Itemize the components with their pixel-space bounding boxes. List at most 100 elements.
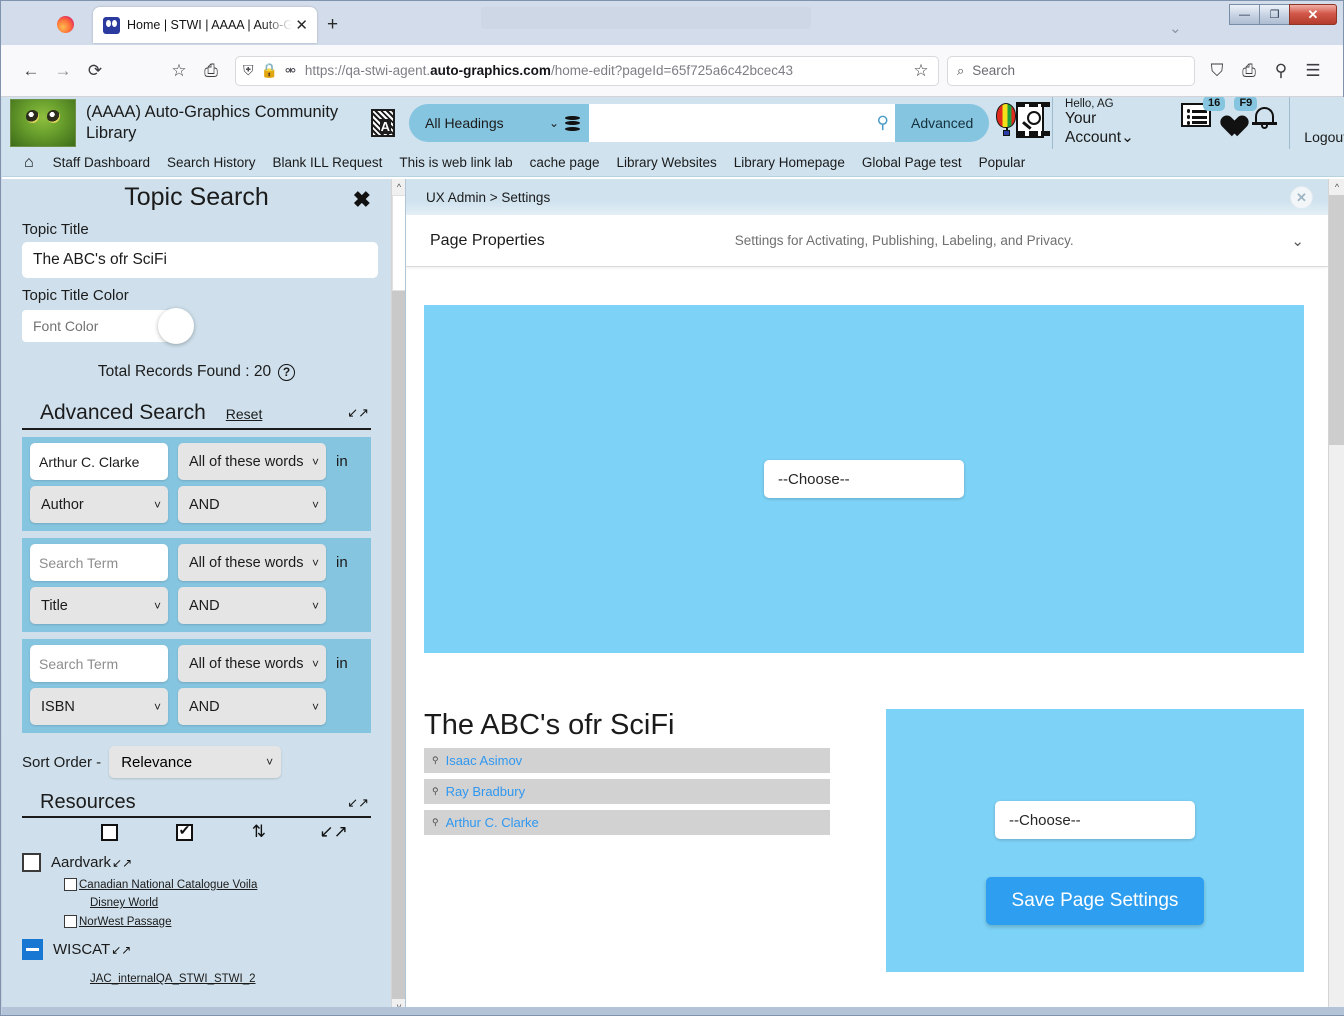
collapse-icon[interactable]: ↙↗: [347, 405, 369, 421]
nav-link-cache-page[interactable]: cache page: [530, 155, 600, 170]
search-term-input[interactable]: Search Term: [30, 645, 168, 682]
list-item[interactable]: WISCAT ↙↗: [22, 939, 371, 960]
nav-link-library-homepage[interactable]: Library Homepage: [734, 155, 845, 170]
result-link[interactable]: Arthur C. Clarke: [446, 815, 539, 830]
resource-checkbox[interactable]: [64, 915, 77, 928]
uncheck-all-icon[interactable]: [72, 823, 147, 841]
window-maximize-button[interactable]: ❐: [1259, 4, 1290, 25]
your-account-label[interactable]: Your Account⌄: [1065, 110, 1147, 147]
scrollbar-thumb[interactable]: [392, 195, 405, 291]
nav-link-library-websites[interactable]: Library Websites: [616, 155, 716, 170]
resource-label[interactable]: NorWest Passage: [79, 916, 171, 928]
resource-label[interactable]: JAC_internalQA_STWI_STWI_2: [90, 973, 256, 985]
logout-link[interactable]: Logout: [1304, 129, 1344, 145]
resource-label[interactable]: Canadian National Catalogue Voila: [79, 879, 257, 891]
bell-icon[interactable]: [1251, 103, 1279, 131]
close-icon[interactable]: ✖: [353, 187, 371, 213]
shield-icon[interactable]: ⛨: [243, 62, 254, 79]
scrollbar-track[interactable]: [392, 291, 405, 999]
save-page-settings-button[interactable]: Save Page Settings: [985, 877, 1205, 925]
database-icon[interactable]: [559, 114, 585, 132]
window-close-button[interactable]: ✕: [1289, 4, 1337, 25]
boolean-select[interactable]: AND ˅: [178, 486, 326, 523]
list-item[interactable]: Disney World: [22, 897, 371, 909]
hot-air-balloon-icon[interactable]: [989, 101, 1017, 141]
field-select[interactable]: ISBN ˅: [30, 688, 168, 725]
list-item[interactable]: ⚲ Arthur C. Clarke: [424, 810, 830, 835]
nav-link-staff-dashboard[interactable]: Staff Dashboard: [53, 155, 150, 170]
nav-link-web-link-lab[interactable]: This is web link lab: [399, 155, 512, 170]
bookmark-page-icon[interactable]: ☆: [911, 55, 931, 87]
search-term-input[interactable]: Arthur C. Clarke: [30, 443, 168, 480]
search-input[interactable]: ⚲: [589, 104, 895, 142]
list-item[interactable]: ⚲ Isaac Asimov: [424, 748, 830, 773]
search-term-input[interactable]: Search Term: [30, 544, 168, 581]
back-icon[interactable]: ←: [15, 55, 47, 87]
nav-link-blank-ill-request[interactable]: Blank ILL Request: [273, 155, 383, 170]
logout-block[interactable]: Logout: [1289, 97, 1344, 149]
account-block[interactable]: Hello, AG Your Account⌄: [1052, 97, 1159, 149]
forward-icon[interactable]: →: [47, 55, 79, 87]
nav-link-global-page-test[interactable]: Global Page test: [862, 155, 962, 170]
list-item[interactable]: Aardvark ↙↗: [22, 853, 371, 872]
account-icon[interactable]: ⛉: [1201, 55, 1233, 87]
scroll-up-icon[interactable]: ^: [392, 179, 405, 195]
left-panel-scrollbar[interactable]: ^ ˅: [391, 179, 405, 1015]
resource-partial-checkbox[interactable]: [22, 939, 43, 960]
boolean-select[interactable]: AND ˅: [178, 688, 326, 725]
print-icon[interactable]: ⎙: [1233, 55, 1265, 87]
list-item[interactable]: JAC_internalQA_STWI_STWI_2: [22, 973, 371, 985]
check-all-icon[interactable]: [147, 822, 222, 841]
choose-select-bottom[interactable]: --Choose--: [995, 801, 1195, 839]
match-type-select[interactable]: All of these words ˅: [178, 443, 326, 480]
page-properties-bar[interactable]: Page Properties Settings for Activating,…: [406, 215, 1328, 267]
advanced-search-button[interactable]: Advanced: [895, 104, 990, 142]
expand-icon[interactable]: ↙↗: [111, 943, 131, 957]
result-link[interactable]: Isaac Asimov: [446, 753, 523, 768]
choose-select-top[interactable]: --Choose--: [764, 460, 964, 498]
new-tab-button[interactable]: +: [327, 15, 338, 34]
scroll-up-icon[interactable]: ^: [1329, 179, 1344, 195]
tab-close-icon[interactable]: ✕: [292, 18, 311, 33]
home-icon[interactable]: ⌂: [24, 154, 34, 172]
my-list-icon-wrap[interactable]: 16: [1181, 97, 1226, 127]
permissions-icon[interactable]: ⚮: [285, 63, 296, 79]
app-menu-icon[interactable]: ☰: [1297, 55, 1329, 87]
close-icon[interactable]: ✕: [1291, 187, 1312, 208]
research-magnifier-icon[interactable]: [1016, 102, 1051, 138]
nav-link-search-history[interactable]: Search History: [167, 155, 256, 170]
extensions-icon[interactable]: ⚲: [1265, 55, 1297, 87]
list-item[interactable]: NorWest Passage: [22, 915, 371, 928]
boolean-select[interactable]: AND ˅: [178, 587, 326, 624]
result-link[interactable]: Ray Bradbury: [446, 784, 525, 799]
toggle-icon[interactable]: ⇅: [222, 822, 297, 842]
browser-search-bar[interactable]: ⌕ Search: [947, 55, 1195, 86]
bookmark-star-icon[interactable]: ☆: [163, 55, 195, 87]
resource-checkbox[interactable]: [64, 878, 77, 891]
list-item[interactable]: ⚲ Ray Bradbury: [424, 779, 830, 804]
save-to-pocket-icon[interactable]: ⎙: [195, 55, 227, 87]
field-select[interactable]: Author ˅: [30, 486, 168, 523]
match-type-select[interactable]: All of these words ˅: [178, 544, 326, 581]
alphabet-browse-icon[interactable]: A: [371, 109, 395, 137]
favorites-icon-wrap[interactable]: F9: [1213, 97, 1258, 129]
field-select[interactable]: Title ˅: [30, 587, 168, 624]
expand-icon[interactable]: ↙↗: [112, 856, 132, 870]
chevron-down-icon[interactable]: ⌄: [1291, 232, 1304, 250]
color-swatch[interactable]: [158, 308, 194, 344]
font-color-input[interactable]: Font Color: [22, 310, 170, 342]
resource-checkbox[interactable]: [22, 853, 41, 872]
scrollbar-thumb[interactable]: [1329, 195, 1344, 445]
list-item[interactable]: Canadian National Catalogue Voila: [22, 878, 371, 891]
window-minimize-button[interactable]: —: [1229, 4, 1260, 25]
search-submit-icon[interactable]: ⚲: [877, 113, 889, 133]
nav-link-popular[interactable]: Popular: [979, 155, 1026, 170]
heading-select[interactable]: All Headings ⌄: [409, 107, 559, 139]
reload-icon[interactable]: ⟳: [79, 55, 111, 87]
resource-label[interactable]: Disney World: [90, 897, 158, 909]
topic-title-input[interactable]: The ABC's ofr SciFi: [22, 242, 378, 278]
reset-link[interactable]: Reset: [226, 406, 263, 422]
scrollbar-track[interactable]: [1329, 445, 1344, 1015]
collapse-icon[interactable]: ↙↗: [296, 822, 371, 842]
browser-tab[interactable]: Home | STWI | AAAA | Auto-Gra ✕: [93, 7, 317, 43]
